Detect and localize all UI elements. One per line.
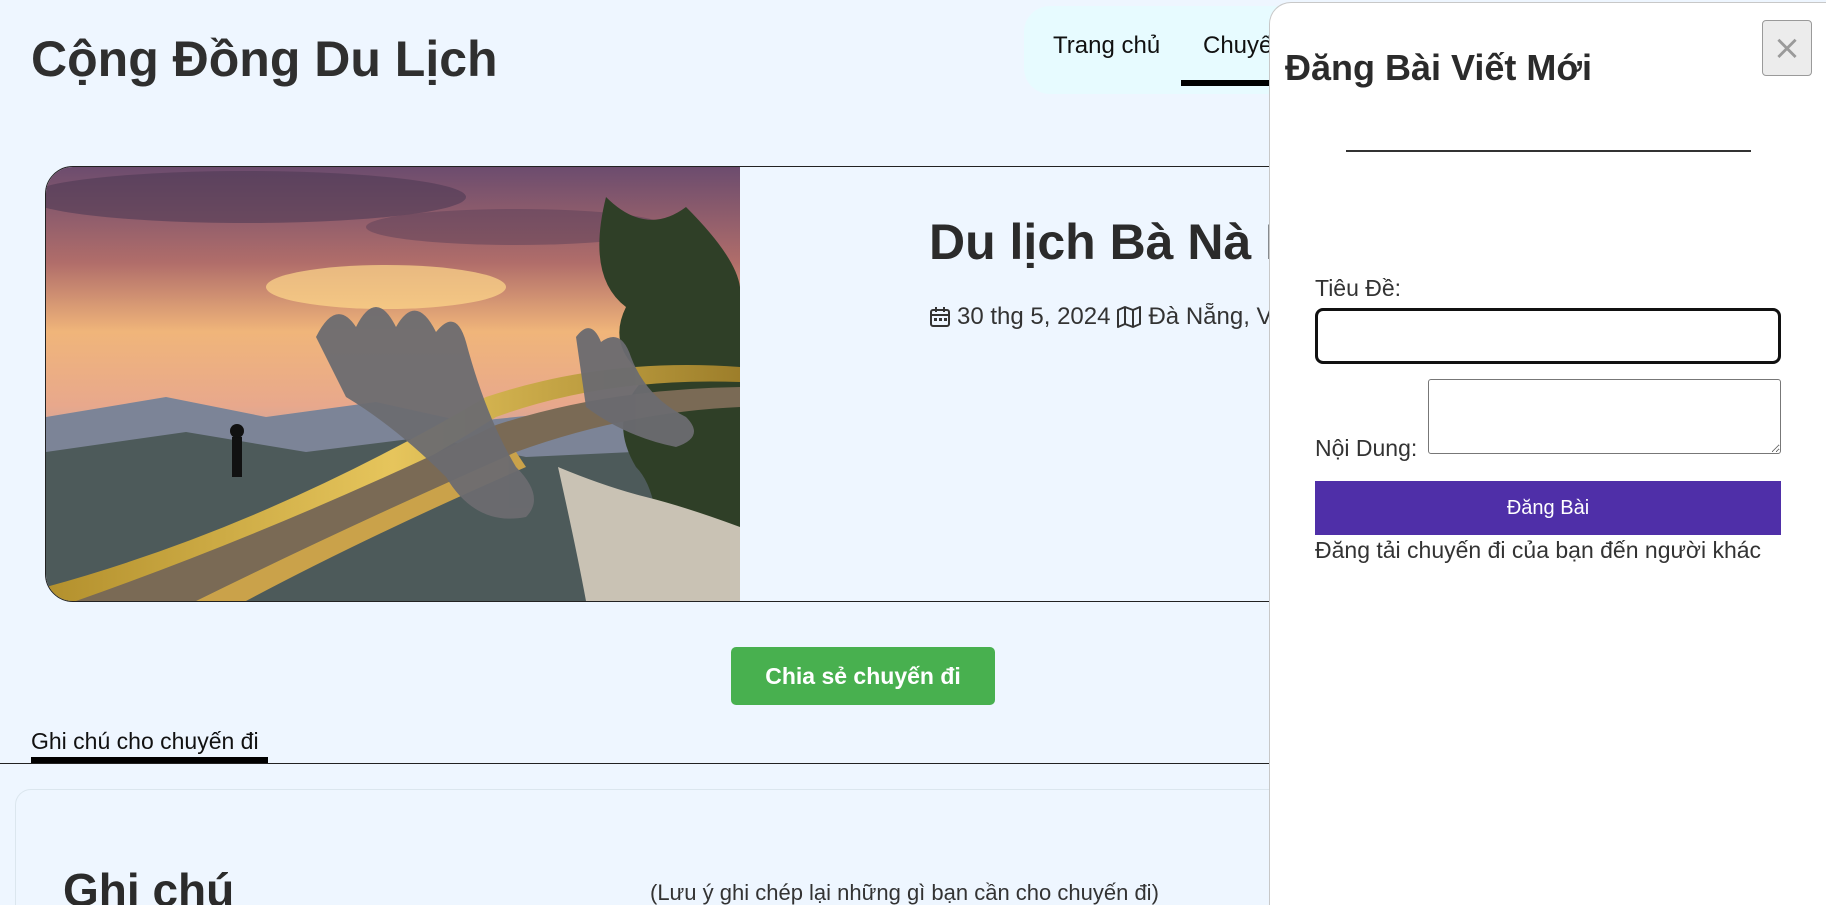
trip-photo bbox=[46, 167, 740, 601]
content-textarea[interactable] bbox=[1428, 379, 1781, 454]
map-icon bbox=[1116, 306, 1142, 328]
calendar-icon bbox=[929, 306, 951, 328]
tab-trip-notes[interactable]: Ghi chú cho chuyến đi bbox=[31, 728, 259, 755]
trip-location: Đà Nẵng, V bbox=[1148, 303, 1273, 330]
title-input[interactable] bbox=[1315, 308, 1781, 364]
notes-hint: (Lưu ý ghi chép lại những gì bạn cần cho… bbox=[650, 880, 1159, 905]
nav-item-home[interactable]: Trang chủ bbox=[1053, 32, 1160, 60]
site-title: Cộng Đồng Du Lịch bbox=[31, 31, 498, 87]
share-trip-button[interactable]: Chia sẻ chuyến đi bbox=[731, 647, 995, 705]
new-post-modal: Đăng Bài Viết Mới × Tiêu Đề: Nội Dung: Đ… bbox=[1269, 2, 1826, 905]
content-label: Nội Dung: bbox=[1315, 435, 1418, 461]
modal-hint: Đăng tải chuyến đi của bạn đến người khá… bbox=[1315, 537, 1762, 563]
notes-heading: Ghi chú bbox=[63, 864, 235, 905]
modal-divider bbox=[1346, 150, 1751, 152]
notes-panel: Ghi chú (Lưu ý ghi chép lại những gì bạn… bbox=[15, 789, 1315, 905]
modal-title: Đăng Bài Viết Mới bbox=[1285, 47, 1592, 88]
trip-date: 30 thg 5, 2024 bbox=[957, 303, 1111, 330]
trip-card: Du lịch Bà Nà H 30 thg 5, 2024 Đà Nẵng, … bbox=[45, 166, 1345, 602]
trip-meta: 30 thg 5, 2024 Đà Nẵng, V bbox=[929, 303, 1273, 331]
title-label: Tiêu Đề: bbox=[1315, 275, 1402, 301]
close-icon[interactable]: × bbox=[1762, 20, 1812, 76]
submit-post-button[interactable]: Đăng Bài bbox=[1315, 481, 1781, 535]
nav-item-trips[interactable]: Chuyế bbox=[1203, 32, 1272, 60]
section-divider bbox=[0, 763, 1300, 764]
trip-title: Du lịch Bà Nà H bbox=[929, 214, 1302, 270]
golden-bridge-photo bbox=[46, 167, 740, 601]
